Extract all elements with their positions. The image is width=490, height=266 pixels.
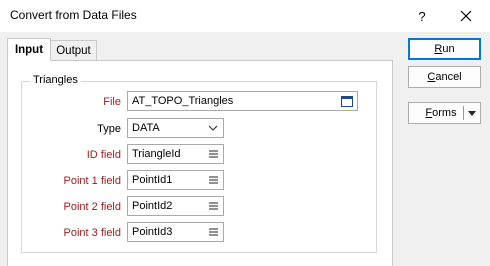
forms-label: Forms (409, 107, 463, 119)
help-icon: ? (418, 8, 426, 24)
cancel-button[interactable]: Cancel (408, 66, 481, 88)
run-label-rest: un (442, 43, 455, 55)
point1-label: Point 1 field (63, 175, 121, 187)
forms-button[interactable]: Forms (408, 102, 481, 124)
point3-input[interactable]: PointId3 (127, 222, 224, 242)
type-value: DATA (132, 122, 160, 134)
type-label: Type (97, 123, 121, 135)
file-field[interactable]: AT_TOPO_Triangles (127, 91, 358, 111)
type-select[interactable]: DATA (127, 118, 224, 138)
close-icon (460, 10, 472, 22)
tab-output[interactable]: Output (51, 40, 97, 60)
group-label: Triangles (30, 74, 81, 86)
browse-icon[interactable] (337, 92, 357, 110)
file-value: AT_TOPO_Triangles (132, 95, 234, 107)
point3-label: Point 3 field (63, 227, 121, 239)
run-mnemonic: R (434, 43, 443, 55)
list-icon[interactable] (203, 171, 223, 189)
point2-label: Point 2 field (63, 201, 121, 213)
help-button[interactable]: ? (408, 3, 436, 29)
list-icon[interactable] (203, 223, 223, 241)
cancel-label-rest: ancel (435, 71, 462, 83)
id-field-input[interactable]: TriangleId (127, 144, 224, 164)
point3-value: PointId3 (132, 226, 173, 238)
forms-label-rest: orms (432, 107, 457, 119)
cancel-mnemonic: C (427, 71, 436, 83)
id-field-label: ID field (86, 149, 121, 161)
file-label: File (103, 96, 121, 108)
tab-output-label: Output (56, 44, 91, 57)
close-button[interactable] (452, 3, 480, 29)
run-button[interactable]: Run (408, 38, 481, 60)
tab-input-label: Input (14, 44, 44, 56)
list-icon[interactable] (203, 197, 223, 215)
forms-dropdown-icon[interactable] (464, 110, 480, 116)
chevron-down-icon (203, 119, 223, 137)
tab-input[interactable]: Input (7, 38, 51, 61)
point2-value: PointId2 (132, 200, 173, 212)
title-bar: Convert from Data Files ? (0, 0, 490, 32)
point2-input[interactable]: PointId2 (127, 196, 224, 216)
point1-value: PointId1 (132, 174, 173, 186)
id-field-value: TriangleId (132, 148, 181, 160)
list-icon[interactable] (203, 145, 223, 163)
window-title: Convert from Data Files (10, 8, 137, 22)
point1-input[interactable]: PointId1 (127, 170, 224, 190)
